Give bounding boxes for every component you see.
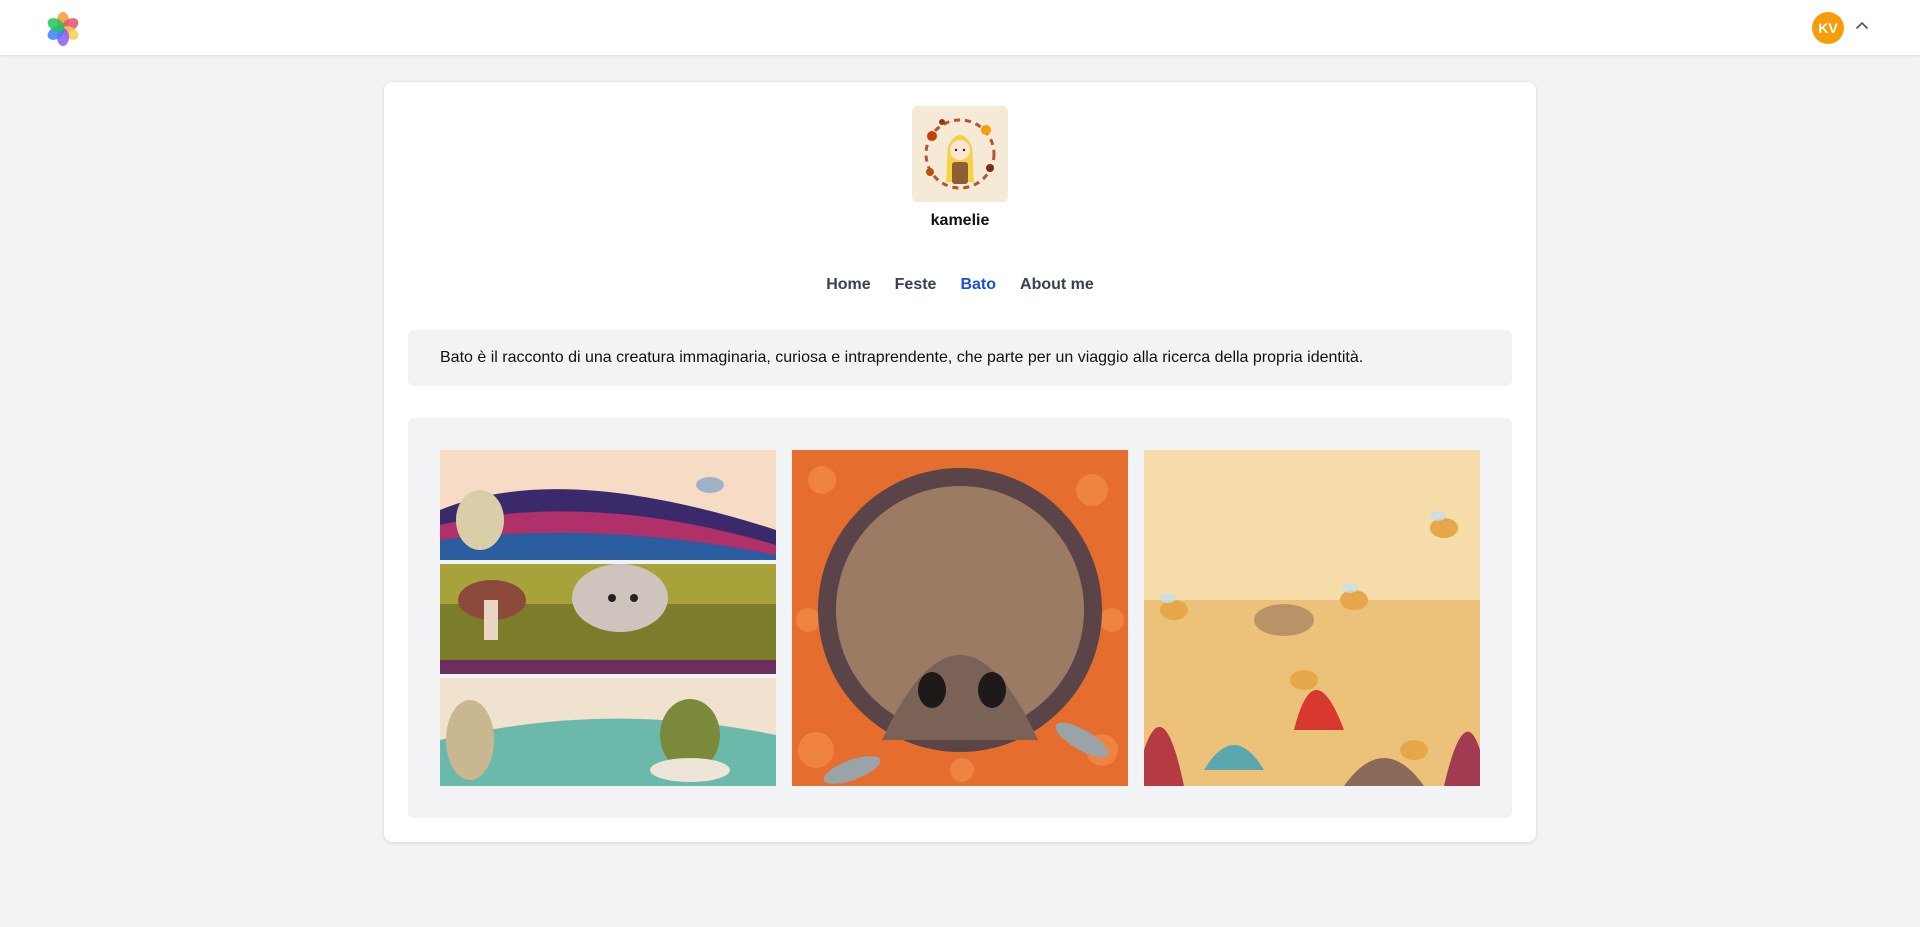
pinwheel-logo-icon[interactable] [46, 12, 80, 46]
profile-illustration-icon [912, 106, 1008, 202]
illustration-landscape-triptych-icon[interactable] [440, 450, 776, 786]
chevron-up-icon[interactable] [1854, 18, 1870, 34]
nav-bato[interactable]: Bato [960, 276, 996, 294]
nav-about-me[interactable]: About me [1020, 276, 1094, 294]
profile-nav: Home Feste Bato About me [384, 276, 1536, 294]
user-avatar-button[interactable]: KV [1812, 12, 1844, 44]
nav-home[interactable]: Home [826, 276, 870, 294]
profile-username: kamelie [930, 212, 990, 229]
profile-card: kamelie Home Feste Bato About me Bato è … [384, 82, 1536, 842]
top-bar: KV [0, 0, 1920, 56]
gallery [408, 418, 1512, 818]
illustration-hole-creature-icon[interactable] [792, 450, 1128, 786]
nav-feste[interactable]: Feste [895, 276, 937, 294]
description-text: Bato è il racconto di una creatura immag… [440, 349, 1364, 366]
description-box: Bato è il racconto di una creatura immag… [408, 330, 1512, 386]
illustration-bees-meadow-icon[interactable] [1144, 450, 1480, 786]
